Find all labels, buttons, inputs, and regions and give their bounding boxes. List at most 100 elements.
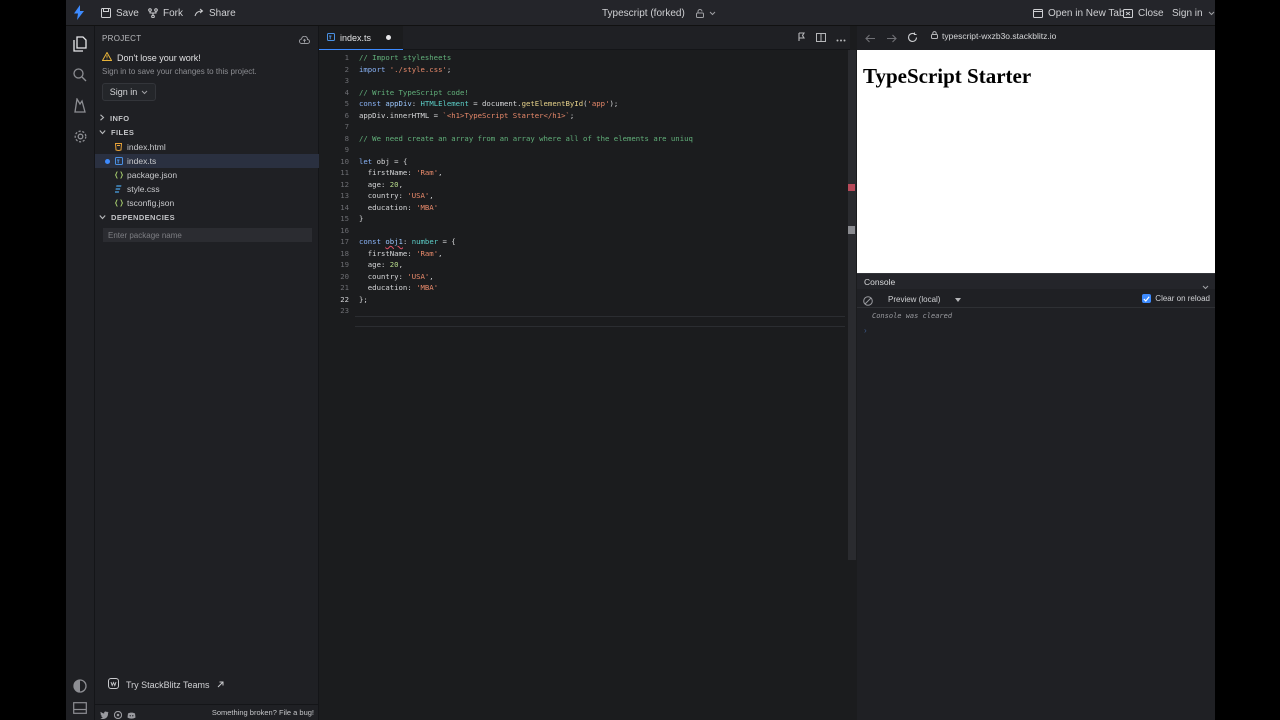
- tab-index-ts[interactable]: index.ts: [319, 26, 403, 50]
- stackblitz-bolt-icon[interactable]: [74, 5, 84, 23]
- code-keyword: const: [359, 99, 381, 108]
- save-button[interactable]: Save: [101, 0, 139, 26]
- firebase-icon[interactable]: [72, 97, 88, 113]
- code-area[interactable]: 1 2 3 4 5 6 7 8 9 10 11 12 13 14 15 16 1…: [319, 50, 850, 550]
- ts-file-icon: [327, 32, 335, 43]
- unsaved-dot-icon[interactable]: [386, 35, 392, 40]
- code-keyword: let: [359, 156, 373, 166]
- project-title-text: Typescript (forked): [602, 7, 685, 19]
- fork-button[interactable]: Fork: [148, 0, 183, 26]
- back-arrow-icon[interactable]: [865, 32, 876, 46]
- code-variable-error[interactable]: obj1: [385, 237, 403, 246]
- external-window-icon: [1033, 8, 1043, 18]
- checkbox-checked-icon[interactable]: [1142, 294, 1152, 303]
- code-text: country:: [359, 271, 408, 281]
- forward-arrow-icon[interactable]: [886, 32, 897, 46]
- file-item-package-json[interactable]: package.json: [95, 168, 319, 182]
- file-bug-link[interactable]: Something broken? File a bug!: [212, 708, 314, 717]
- theme-toggle-icon[interactable]: [72, 678, 88, 694]
- code-text: :: [411, 99, 421, 108]
- code-text: ,: [429, 271, 434, 281]
- line-number: 15: [340, 214, 349, 223]
- settings-gear-icon[interactable]: [72, 128, 88, 144]
- code-line: // We need create an array from an array…: [359, 134, 693, 143]
- twitter-icon[interactable]: [100, 708, 109, 720]
- split-editor-icon[interactable]: [816, 31, 826, 45]
- sidebar-signin-label: Sign in: [109, 87, 138, 97]
- prettier-format-icon[interactable]: [798, 31, 806, 45]
- editor-scrollbar[interactable]: [848, 50, 856, 560]
- file-item-index-html[interactable]: index.html: [95, 140, 319, 154]
- code-string: './style.css': [389, 64, 447, 74]
- more-options-icon[interactable]: [836, 31, 846, 45]
- line-number: 3: [344, 76, 349, 85]
- code-string: 'USA': [407, 271, 430, 281]
- code-line: firstName: 'Ram',: [359, 168, 443, 177]
- cursor-marker: [848, 226, 855, 234]
- preview-url[interactable]: typescript-wxzb3o.stackblitz.io: [931, 31, 1056, 41]
- chevron-down-icon: [99, 213, 106, 222]
- sidebar-signin-button[interactable]: Sign in: [102, 83, 156, 101]
- share-icon: [194, 8, 204, 18]
- clear-on-reload-toggle[interactable]: Clear on reload: [1142, 294, 1210, 303]
- activity-bar: [66, 26, 95, 720]
- line-number: 23: [340, 306, 349, 315]
- reload-icon[interactable]: [907, 32, 918, 46]
- cloud-upload-icon[interactable]: [299, 33, 310, 47]
- package-name-input[interactable]: [103, 228, 312, 242]
- code-keyword: import: [359, 64, 386, 74]
- open-new-tab-button[interactable]: Open in New Tab: [1033, 0, 1125, 26]
- line-number: 8: [344, 133, 349, 143]
- file-item-tsconfig-json[interactable]: tsconfig.json: [95, 196, 319, 210]
- html-file-icon: [114, 143, 123, 153]
- github-icon[interactable]: [113, 708, 123, 720]
- code-line: import './style.css';: [359, 65, 451, 74]
- code-line: // Import stylesheets: [359, 53, 451, 62]
- code-string: `<h1>TypeScript Starter</h1>`: [442, 110, 570, 120]
- topbar-signin-button[interactable]: Sign in: [1172, 0, 1215, 26]
- files-icon[interactable]: [72, 36, 88, 52]
- code-text: ,: [438, 248, 443, 258]
- line-number: 13: [340, 191, 349, 200]
- search-icon[interactable]: [72, 67, 88, 83]
- share-button[interactable]: Share: [194, 0, 236, 26]
- section-dependencies[interactable]: DEPENDENCIES: [95, 210, 319, 224]
- section-info[interactable]: INFO: [95, 111, 319, 125]
- code-text: education:: [359, 283, 417, 292]
- sidebar-footer: Something broken? File a bug!: [95, 704, 319, 720]
- error-marker: [848, 184, 855, 191]
- fork-label: Fork: [163, 7, 183, 19]
- clear-on-reload-label: Clear on reload: [1155, 294, 1210, 303]
- dropdown-arrow-icon: [955, 298, 961, 302]
- project-heading: PROJECT: [102, 34, 142, 43]
- file-item-style-css[interactable]: style.css: [95, 182, 319, 196]
- code-line: appDiv.innerHTML = `<h1>TypeScript Start…: [359, 111, 574, 120]
- section-files[interactable]: FILES: [95, 125, 319, 139]
- chevron-down-icon: [141, 87, 148, 97]
- discord-icon[interactable]: [127, 708, 136, 720]
- clear-console-icon[interactable]: [863, 295, 873, 309]
- layout-panel-icon[interactable]: [72, 700, 88, 716]
- code-text: ;: [446, 64, 452, 74]
- console-cleared-message: Console was cleared: [872, 312, 953, 320]
- code-editor: index.ts 1 2 3 4 5 6 7 8 9 10 11 12 13 1…: [319, 26, 856, 720]
- code-line: education: 'MBA': [359, 203, 438, 212]
- project-title[interactable]: Typescript (forked): [602, 0, 716, 26]
- code-comment: // We need create an array from an array…: [359, 133, 693, 143]
- line-number: 5: [344, 99, 349, 108]
- code-text: education:: [359, 202, 417, 212]
- code-text: firstName:: [359, 168, 417, 177]
- code-line: };: [359, 295, 368, 304]
- file-item-index-ts[interactable]: index.ts: [95, 154, 319, 168]
- code-text: ,: [438, 168, 443, 177]
- console-context-select[interactable]: Preview (local): [883, 293, 963, 306]
- close-button[interactable]: Close: [1123, 0, 1164, 26]
- line-number: 10: [340, 156, 349, 166]
- console-header[interactable]: Console: [857, 273, 1215, 290]
- console-prompt-icon[interactable]: ›: [864, 326, 867, 335]
- try-teams-link[interactable]: Try StackBlitz Teams: [108, 678, 224, 691]
- topbar-signin-label: Sign in: [1172, 7, 1203, 19]
- preview-frame[interactable]: TypeScript Starter: [857, 50, 1215, 273]
- code-line: country: 'USA',: [359, 191, 434, 200]
- section-dependencies-label: DEPENDENCIES: [111, 212, 175, 222]
